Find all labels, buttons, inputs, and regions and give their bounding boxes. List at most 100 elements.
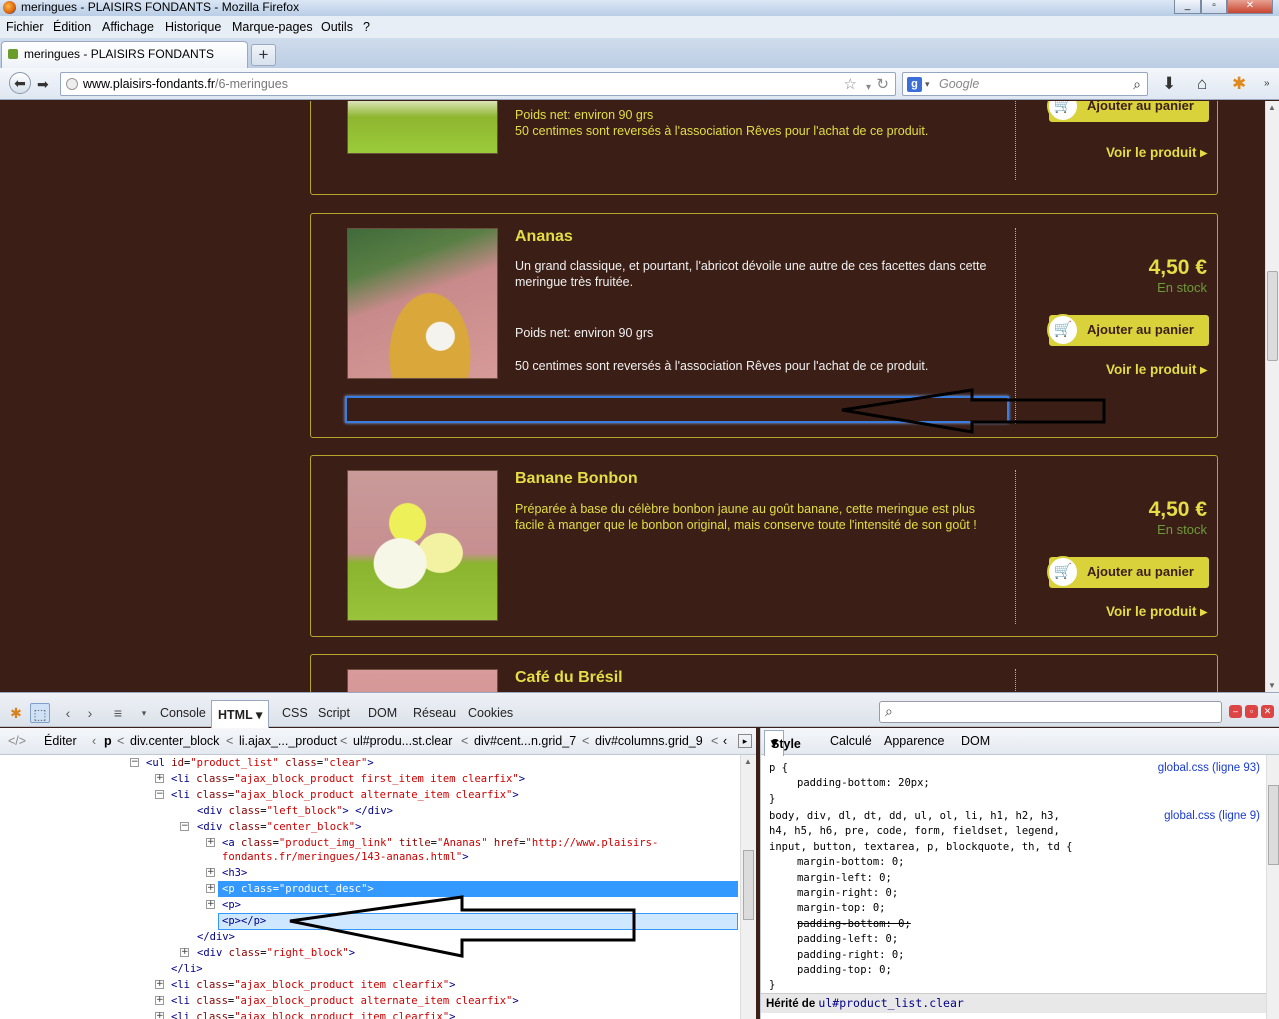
firebug-minimize-icon[interactable]: – [1229,705,1242,718]
home-icon[interactable]: ⌂ [1197,74,1207,94]
add-to-cart-button[interactable]: 🛒 Ajouter au panier [1047,314,1209,346]
product-name[interactable]: Ananas [515,228,573,246]
node-li-alternate-item[interactable]: <li class="ajax_block_product alternate_… [171,788,519,802]
expand-toggle-icon[interactable]: + [155,774,164,783]
expand-toggle-icon[interactable]: + [155,1012,164,1019]
tab-dom[interactable]: DOM [368,706,397,720]
crumb-div-cent[interactable]: div#cent...n.grid_7 [474,728,576,754]
node-h3[interactable]: <h3> [222,866,247,880]
tab-style[interactable]: Style ▾ [764,730,801,756]
product-image[interactable] [347,228,498,379]
expand-toggle-icon[interactable]: + [155,980,164,989]
node-li-item[interactable]: <li class="ajax_block_product item clear… [171,978,456,992]
scrollbar-thumb[interactable] [1267,271,1278,361]
crumb-center-block[interactable]: div.center_block [130,728,219,754]
inherited-selector[interactable]: ul#product_list.clear [818,996,963,1010]
node-a-product-img-link[interactable]: <a class="product_img_link" title="Anana… [222,836,658,850]
toolbar-overflow-icon[interactable]: » [1264,78,1270,89]
page-scrollbar[interactable]: ▲ ▼ [1265,101,1279,692]
expand-toggle-icon[interactable]: + [180,948,189,957]
crumb-scroll-right-icon[interactable]: ‹ [723,728,727,754]
tab-cookies[interactable]: Cookies [468,706,513,720]
product-name[interactable]: Café du Brésil [515,669,623,687]
crumb-scroll-left-icon[interactable]: ‹ [92,728,96,754]
product-image[interactable] [347,470,498,621]
scroll-down-icon[interactable]: ▼ [1268,681,1276,690]
scrollbar-thumb[interactable] [743,850,754,920]
add-to-cart-button[interactable]: 🛒 Ajouter au panier [1047,101,1209,122]
firebug-close-icon[interactable]: ✕ [1261,705,1274,718]
firebug-search-input[interactable]: ⌕ [879,701,1222,723]
close-window-button[interactable]: ✕ [1227,0,1273,14]
product-image[interactable] [347,669,498,692]
maximize-button[interactable]: ▫ [1201,0,1227,14]
firebug-menu-icon[interactable]: ✱ [6,703,26,723]
menu-marque-pages[interactable]: Marque-pages [232,16,313,38]
node-div-close[interactable]: </div> [197,930,235,944]
back-arrow-icon[interactable]: ⬅ [9,72,31,94]
css-property-overridden[interactable]: padding-bottom: 0; [769,917,1072,932]
view-product-link[interactable]: Voir le produit ▸ [1106,145,1207,161]
firebug-detach-icon[interactable]: ▫ [1245,705,1258,718]
css-property[interactable]: padding-left: 0; [769,932,1072,947]
css-property[interactable]: padding-right: 0; [769,948,1072,963]
crumb-ul[interactable]: ul#produ...st.clear [353,728,452,754]
crumb-li[interactable]: li.ajax_..._product [239,728,337,754]
tab-script[interactable]: Script [318,706,350,720]
menu-outils[interactable]: Outils [321,16,353,38]
menu-fichier[interactable]: Fichier [6,16,44,38]
node-ul-product-list[interactable]: <ul id="product_list" class="clear"> [146,756,374,770]
forward-arrow-icon[interactable]: ➡ [37,75,49,93]
edit-button[interactable]: Éditer [44,728,77,754]
node-p[interactable]: <p> [222,898,241,912]
collapse-toggle-icon[interactable]: − [180,822,189,831]
node-li-close[interactable]: </li> [171,962,203,976]
bookmark-star-icon[interactable]: ☆ [844,74,857,96]
tab-meringues[interactable]: meringues - PLAISIRS FONDANTS [1,41,248,68]
node-p-product-desc[interactable]: <p class="product_desc"> [222,882,374,896]
expand-toggle-icon[interactable]: + [206,838,215,847]
css-source-link[interactable]: global.css (ligne 93) [1158,762,1260,774]
menu-help[interactable]: ? [363,16,370,38]
node-div-center-block[interactable]: <div class="center_block"> [197,820,361,834]
tab-apparence[interactable]: Apparence [884,734,944,748]
collapse-toggle-icon[interactable]: − [130,758,139,767]
css-property[interactable]: margin-bottom: 0; [769,855,1072,870]
add-to-cart-button[interactable]: 🛒 Ajouter au panier [1047,556,1209,588]
search-bar[interactable]: g ▾ Google ⌕ [902,72,1148,96]
tab-console[interactable]: Console [160,706,206,720]
node-div-left-block[interactable]: <div class="left_block"> </div> [197,804,393,818]
scrollbar-thumb[interactable] [1268,785,1279,865]
product-image[interactable] [347,101,498,154]
tab-html[interactable]: HTML ▾ [211,700,270,728]
node-div-right-block[interactable]: <div class="right_block"> [197,946,355,960]
collapse-toggle-icon[interactable]: − [155,790,164,799]
panel-dropdown-icon[interactable]: ▾ [134,703,154,723]
css-property[interactable]: margin-right: 0; [769,886,1072,901]
css-property[interactable]: margin-top: 0; [769,901,1072,916]
menu-affichage[interactable]: Affichage [102,16,154,38]
tab-reseau[interactable]: Réseau [413,706,456,720]
scroll-up-icon[interactable]: ▲ [744,757,752,766]
new-tab-button[interactable]: + [251,44,276,66]
node-p-empty[interactable]: <p></p> [222,914,266,928]
firebug-bug-icon[interactable]: ✱ [1232,74,1246,94]
engine-dropdown-icon[interactable]: ▾ [925,73,930,95]
url-bar[interactable]: www.plaisirs-fondants.fr/6-meringues ☆ ▾… [60,72,896,96]
html-tree-scrollbar[interactable]: ▲ [740,755,756,1019]
menu-historique[interactable]: Historique [165,16,221,38]
product-name[interactable]: Banane Bonbon [515,470,638,488]
html-source-icon[interactable]: </> [8,728,26,754]
nav-forward-icon[interactable]: › [80,703,100,723]
inspect-element-icon[interactable]: ⬚ [30,703,50,723]
tab-dom-side[interactable]: DOM [961,734,990,748]
expand-toggle-icon[interactable]: + [206,900,215,909]
expand-toggle-icon[interactable]: + [155,996,164,1005]
view-product-link[interactable]: Voir le produit ▸ [1106,604,1207,620]
node-a-href-continued[interactable]: fondants.fr/meringues/143-ananas.html"> [222,850,469,864]
css-source-link[interactable]: global.css (ligne 9) [1164,810,1260,822]
scroll-up-icon[interactable]: ▲ [1268,103,1276,112]
css-property[interactable]: padding-top: 0; [769,963,1072,978]
css-selector[interactable]: p { [769,762,788,774]
tab-css[interactable]: CSS [282,706,308,720]
